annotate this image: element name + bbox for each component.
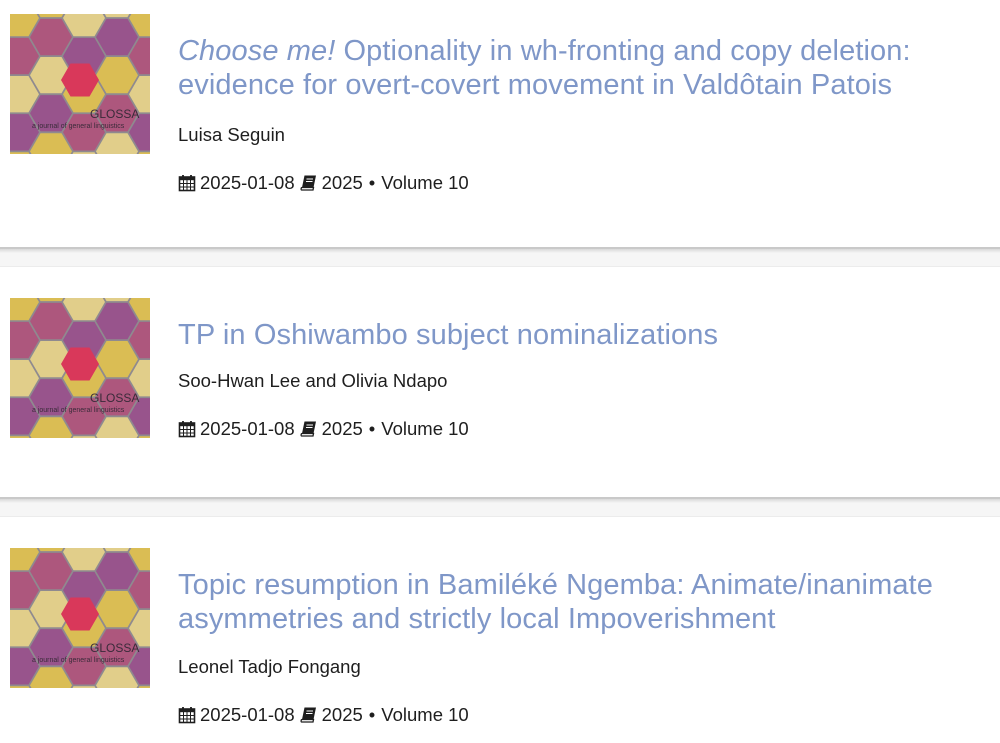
article-date: 2025-01-08 xyxy=(200,704,295,725)
article-volume: Volume 10 xyxy=(381,418,469,439)
article-title-link[interactable]: TP in Oshiwambo subject nominalizations xyxy=(178,318,992,352)
calendar-icon xyxy=(178,174,196,192)
svg-text:GLOSSA: GLOSSA xyxy=(90,391,139,405)
svg-text:a journal of general linguisti: a journal of general linguistics xyxy=(32,407,125,414)
article-date: 2025-01-08 xyxy=(200,418,295,439)
article-content: Choose me! Optionality in wh-fronting an… xyxy=(178,34,992,194)
meta-separator: • xyxy=(368,704,376,725)
article-meta: 2025-01-08 2025 • Volume 10 xyxy=(178,172,992,194)
article-authors: Leonel Tadjo Fongang xyxy=(178,656,361,677)
article-date: 2025-01-08 xyxy=(200,172,295,193)
article-authors: Soo-Hwan Lee and Olivia Ndapo xyxy=(178,370,448,391)
article-title-link[interactable]: Topic resumption in Bamiléké Ngemba: Ani… xyxy=(178,568,992,636)
card-divider xyxy=(0,497,1000,517)
journal-cover-image[interactable]: GLOSSA a journal of general linguistics xyxy=(10,298,150,438)
journal-cover-image[interactable]: GLOSSA a journal of general linguistics xyxy=(10,14,150,154)
article-authors: Luisa Seguin xyxy=(178,124,285,145)
svg-text:a journal of general linguisti: a journal of general linguistics xyxy=(32,657,125,664)
article-year: 2025 xyxy=(321,704,363,725)
book-icon xyxy=(300,420,318,438)
book-icon xyxy=(300,706,318,724)
calendar-icon xyxy=(178,706,196,724)
article-volume: Volume 10 xyxy=(381,172,469,193)
svg-text:a journal of general linguisti: a journal of general linguistics xyxy=(32,123,125,130)
card-divider xyxy=(0,247,1000,267)
article-card: GLOSSA a journal of general linguistics T… xyxy=(0,517,1000,743)
article-title-emphasis: Choose me! xyxy=(178,35,336,67)
article-list: GLOSSA a journal of general linguistics C… xyxy=(0,0,1000,743)
article-year: 2025 xyxy=(321,172,363,193)
article-card: GLOSSA a journal of general linguistics T… xyxy=(0,267,1000,497)
meta-separator: • xyxy=(368,418,376,439)
article-meta: 2025-01-08 2025 • Volume 10 xyxy=(178,418,992,440)
svg-text:GLOSSA: GLOSSA xyxy=(90,107,139,121)
article-title-link[interactable]: Choose me! Optionality in wh-fronting an… xyxy=(178,34,992,102)
journal-cover-image[interactable]: GLOSSA a journal of general linguistics xyxy=(10,548,150,688)
svg-text:GLOSSA: GLOSSA xyxy=(90,641,139,655)
article-content: TP in Oshiwambo subject nominalizations … xyxy=(178,318,992,440)
article-content: Topic resumption in Bamiléké Ngemba: Ani… xyxy=(178,568,992,726)
calendar-icon xyxy=(178,420,196,438)
book-icon xyxy=(300,174,318,192)
article-card: GLOSSA a journal of general linguistics C… xyxy=(0,0,1000,247)
article-meta: 2025-01-08 2025 • Volume 10 xyxy=(178,704,992,726)
article-year: 2025 xyxy=(321,418,363,439)
article-volume: Volume 10 xyxy=(381,704,469,725)
meta-separator: • xyxy=(368,172,376,193)
